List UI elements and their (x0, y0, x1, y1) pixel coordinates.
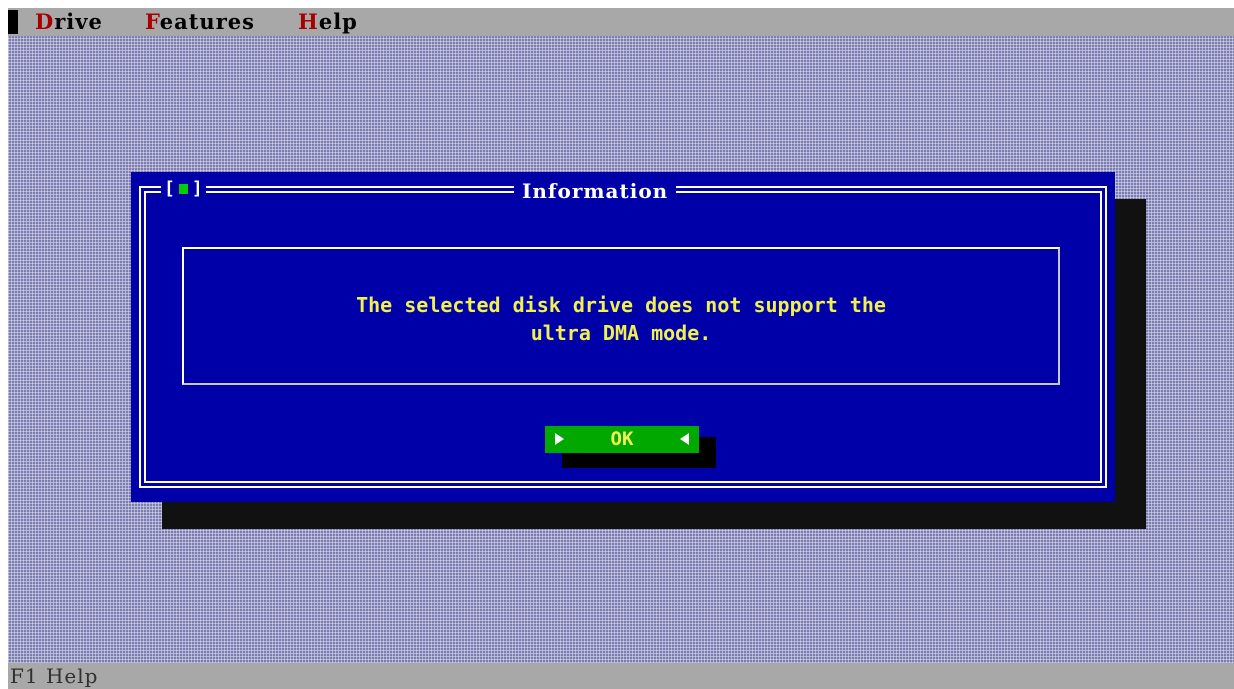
menu-features-label: eatures (159, 9, 255, 34)
message-text: The selected disk drive does not support… (356, 293, 886, 345)
menu-drive-hotkey: D (35, 9, 55, 34)
menu-help-hotkey: H (298, 9, 319, 34)
menu-help[interactable]: Help (298, 9, 358, 35)
dialog-title: Information (514, 179, 677, 203)
dos-screen: Drive Features Help [] Information The s… (8, 8, 1234, 689)
close-box-right-bracket: ] (191, 178, 203, 199)
status-help-hint[interactable]: F1 Help (10, 664, 98, 688)
menu-drive[interactable]: Drive (35, 9, 103, 35)
dialog-close-button[interactable]: [] (161, 179, 206, 199)
information-dialog: [] Information The selected disk drive d… (131, 172, 1115, 502)
menu-features-hotkey: F (145, 9, 160, 34)
menu-drive-label: rive (54, 9, 103, 34)
menu-features[interactable]: Features (145, 9, 255, 35)
close-box-left-bracket: [ (164, 178, 175, 199)
message-panel: The selected disk drive does not support… (182, 247, 1060, 385)
status-bar: F1 Help (8, 663, 1234, 689)
ok-button-label: OK (610, 428, 634, 450)
left-pointer-icon (680, 433, 689, 445)
close-icon (178, 184, 188, 194)
menu-help-label: elp (318, 9, 358, 34)
menu-bar: Drive Features Help (8, 8, 1234, 36)
ok-button[interactable]: OK (545, 426, 699, 453)
menu-cursor (8, 10, 18, 34)
